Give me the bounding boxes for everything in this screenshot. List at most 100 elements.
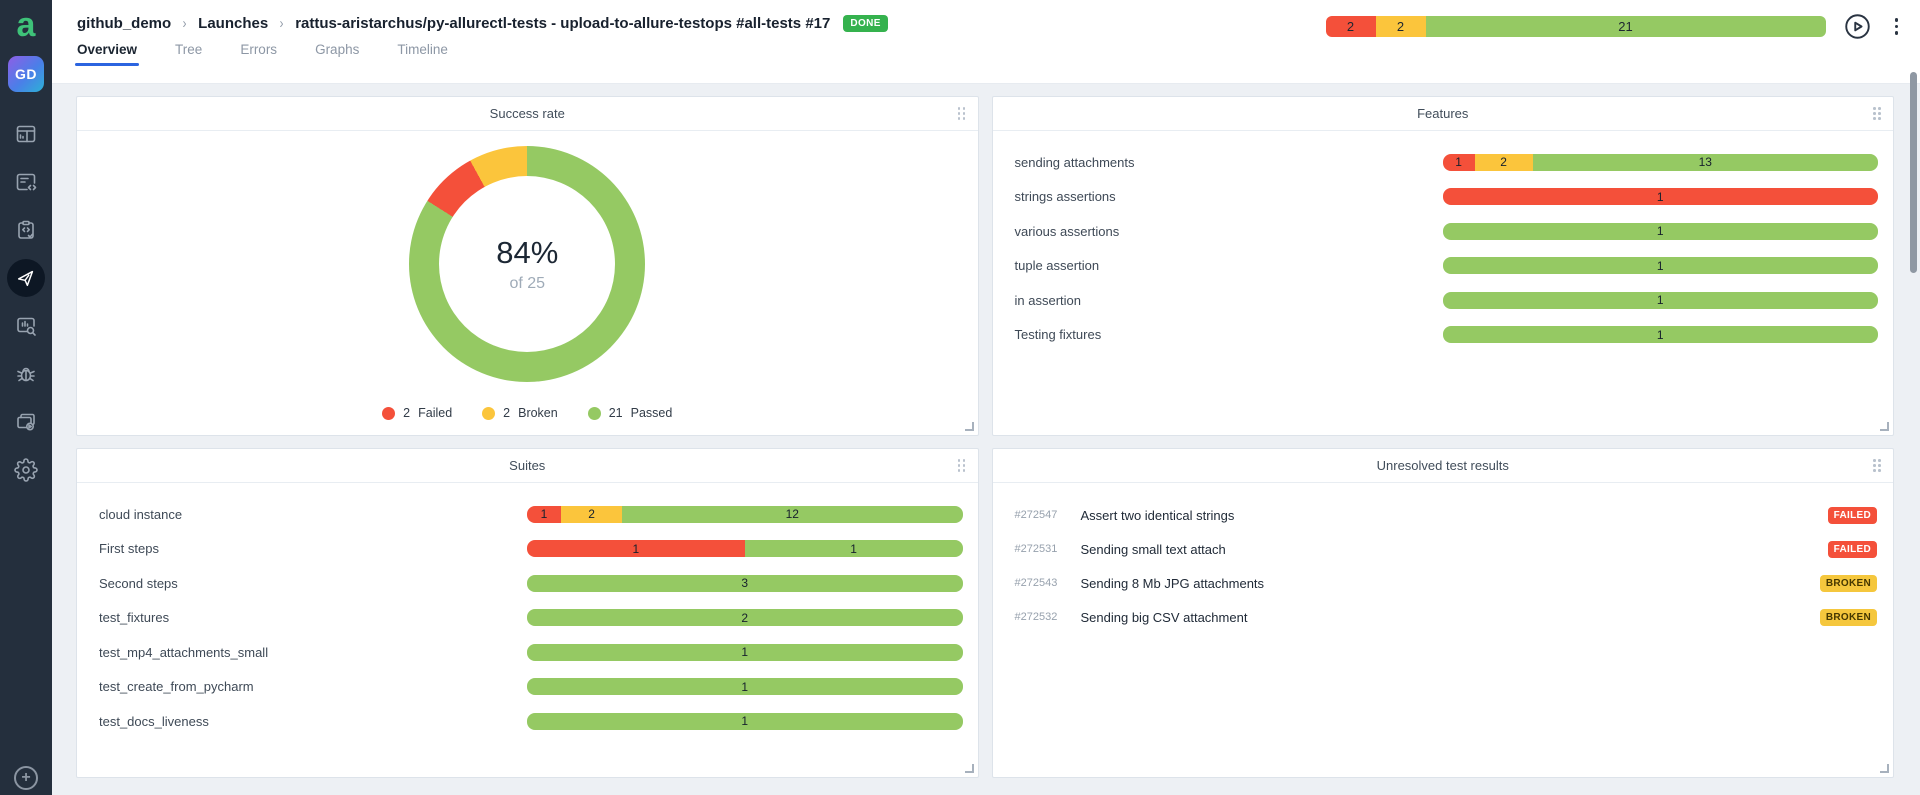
drag-handle-icon[interactable] <box>957 459 967 473</box>
legend-value: 2 <box>403 406 411 420</box>
sidebar-item-launches[interactable] <box>2 254 50 302</box>
tab-timeline[interactable]: Timeline <box>397 42 448 66</box>
stacked-bar[interactable]: 1 <box>527 678 963 696</box>
stacked-bar[interactable]: 1 <box>1442 222 1878 240</box>
bar-segment-failed[interactable]: 1 <box>527 505 561 523</box>
drag-handle-icon[interactable] <box>1873 107 1882 121</box>
drag-handle-icon[interactable] <box>1873 459 1882 473</box>
allure-logo[interactable]: a <box>8 7 44 43</box>
test-result-link[interactable]: Sending 8 Mb JPG attachments <box>1081 576 1820 591</box>
stacked-bar[interactable]: 3 <box>527 574 963 592</box>
stacked-bar[interactable]: 1 <box>1442 291 1878 309</box>
breadcrumb-launches[interactable]: Launches <box>198 15 268 32</box>
bar-row-label: in assertion <box>1014 292 1081 308</box>
bar-segment-passed[interactable]: 1 <box>527 712 963 730</box>
status-segment-count: 2 <box>1396 19 1405 34</box>
stacked-bar[interactable]: 1 <box>1442 188 1878 206</box>
bar-segment-passed[interactable]: 1 <box>1442 222 1878 240</box>
bar-segment-count: 3 <box>741 576 749 591</box>
resize-handle-icon[interactable] <box>964 422 974 431</box>
legend-value: 21 <box>608 406 623 420</box>
sidebar-item-dashboards[interactable] <box>2 110 50 158</box>
sidebar-item-test-cases[interactable] <box>2 158 50 206</box>
legend-item-failed[interactable]: 2 Failed <box>382 406 452 420</box>
resize-handle-icon[interactable] <box>964 764 974 773</box>
test-result-link[interactable]: Sending small text attach <box>1081 542 1828 557</box>
test-result-row: #272547 Assert two identical strings FAILE… <box>993 498 1894 532</box>
breadcrumb-separator: › <box>182 15 187 32</box>
add-button[interactable]: + <box>14 766 38 790</box>
status-segment-passed[interactable]: 21 <box>1425 16 1826 37</box>
bar-segment-count: 1 <box>540 507 548 522</box>
bar-segment-failed[interactable]: 1 <box>1442 153 1475 171</box>
legend-label: Broken <box>518 406 558 420</box>
legend-item-broken[interactable]: 2 Broken <box>482 406 558 420</box>
scrollbar-thumb[interactable] <box>1910 72 1917 273</box>
panel-title: Unresolved test results <box>992 449 1893 483</box>
kebab-dot <box>1894 18 1898 22</box>
bar-segment-passed[interactable]: 1 <box>744 540 963 558</box>
sidebar-item-test-plans[interactable] <box>2 206 50 254</box>
stacked-bar[interactable]: 1 <box>527 712 963 730</box>
test-cases-icon <box>16 173 37 191</box>
bar-segment-broken[interactable]: 2 <box>560 505 623 523</box>
success-percent: 84% <box>496 235 559 270</box>
passed-dot-icon <box>587 406 601 420</box>
bar-segment-failed[interactable]: 1 <box>527 540 745 558</box>
bar-segment-passed[interactable]: 3 <box>527 574 963 592</box>
stacked-bar[interactable]: 1 <box>1442 257 1878 275</box>
bar-segment-passed[interactable]: 1 <box>527 643 963 661</box>
bar-row: Testing fixtures 1 <box>993 318 1894 353</box>
test-result-link[interactable]: Sending big CSV attachment <box>1081 610 1820 625</box>
play-circle-icon <box>1844 14 1870 39</box>
bar-segment-failed[interactable]: 1 <box>1442 188 1878 206</box>
bar-segment-passed[interactable]: 1 <box>1442 291 1878 309</box>
more-menu-button[interactable] <box>1889 16 1905 37</box>
bar-segment-passed[interactable]: 13 <box>1532 153 1878 171</box>
sidebar-item-analytics[interactable] <box>2 302 50 350</box>
bar-row-label: test_fixtures <box>99 610 170 626</box>
bar-segment-count: 1 <box>1656 224 1664 239</box>
project-avatar[interactable]: GD <box>8 56 44 92</box>
stacked-bar[interactable]: 1 2 13 <box>1442 153 1878 171</box>
stacked-bar[interactable]: 1 <box>527 643 963 661</box>
bar-segment-passed[interactable]: 1 <box>527 678 963 696</box>
breadcrumb-project[interactable]: github_demo <box>77 15 171 32</box>
bar-segment-passed[interactable]: 2 <box>527 609 963 627</box>
legend-item-passed[interactable]: 21 Passed <box>587 406 672 420</box>
status-segment-broken[interactable]: 2 <box>1375 16 1426 37</box>
resize-handle-icon[interactable] <box>1880 422 1889 431</box>
status-segment-failed[interactable]: 2 <box>1325 16 1376 37</box>
bar-row-label: test_mp4_attachments_small <box>99 644 269 660</box>
bar-segment-passed[interactable]: 1 <box>1442 257 1878 275</box>
stacked-bar[interactable]: 11 <box>527 540 963 558</box>
suites-rows: cloud instance 1 2 12 First steps 1 1 Second st… <box>77 483 978 739</box>
resize-handle-icon[interactable] <box>1880 764 1889 773</box>
tab-tree[interactable]: Tree <box>175 42 202 66</box>
breadcrumb-launch-title[interactable]: rattus-aristarchus/py-allurectl-tests - … <box>295 15 830 32</box>
test-result-row: #272531 Sending small text attach FAILED <box>993 532 1894 566</box>
stacked-bar[interactable]: 1 2 12 <box>527 505 963 523</box>
stacked-bar[interactable]: 2 <box>527 609 963 627</box>
bar-row-label: test_docs_liveness <box>99 713 209 729</box>
launch-status-bar: 2 2 21 <box>1325 16 1826 37</box>
tab-overview[interactable]: Overview <box>74 42 140 66</box>
bar-segment-passed[interactable]: 1 <box>1442 326 1878 344</box>
unresolved-rows: #272547 Assert two identical strings FAILE… <box>993 483 1894 634</box>
success-rate-donut[interactable]: 84% of 25 <box>409 146 646 382</box>
features-panel: Features sending attachments 1 2 13 strings … <box>991 96 1894 436</box>
launches-rocket-icon <box>17 270 34 287</box>
tab-graphs[interactable]: Graphs <box>315 42 359 66</box>
sidebar-item-defects[interactable] <box>2 350 50 398</box>
test-result-link[interactable]: Assert two identical strings <box>1081 508 1828 523</box>
rerun-button[interactable] <box>1844 13 1871 40</box>
bar-segment-passed[interactable]: 12 <box>622 505 963 523</box>
tab-errors[interactable]: Errors <box>240 42 277 66</box>
sidebar-item-jobs[interactable] <box>2 398 50 446</box>
bar-segment-broken[interactable]: 2 <box>1474 153 1533 171</box>
bar-row-label: Second steps <box>99 575 178 591</box>
drag-handle-icon[interactable] <box>957 107 967 121</box>
stacked-bar[interactable]: 1 <box>1442 326 1878 344</box>
sidebar-item-settings[interactable] <box>2 446 50 494</box>
bar-row: Second steps 3 <box>77 566 978 601</box>
